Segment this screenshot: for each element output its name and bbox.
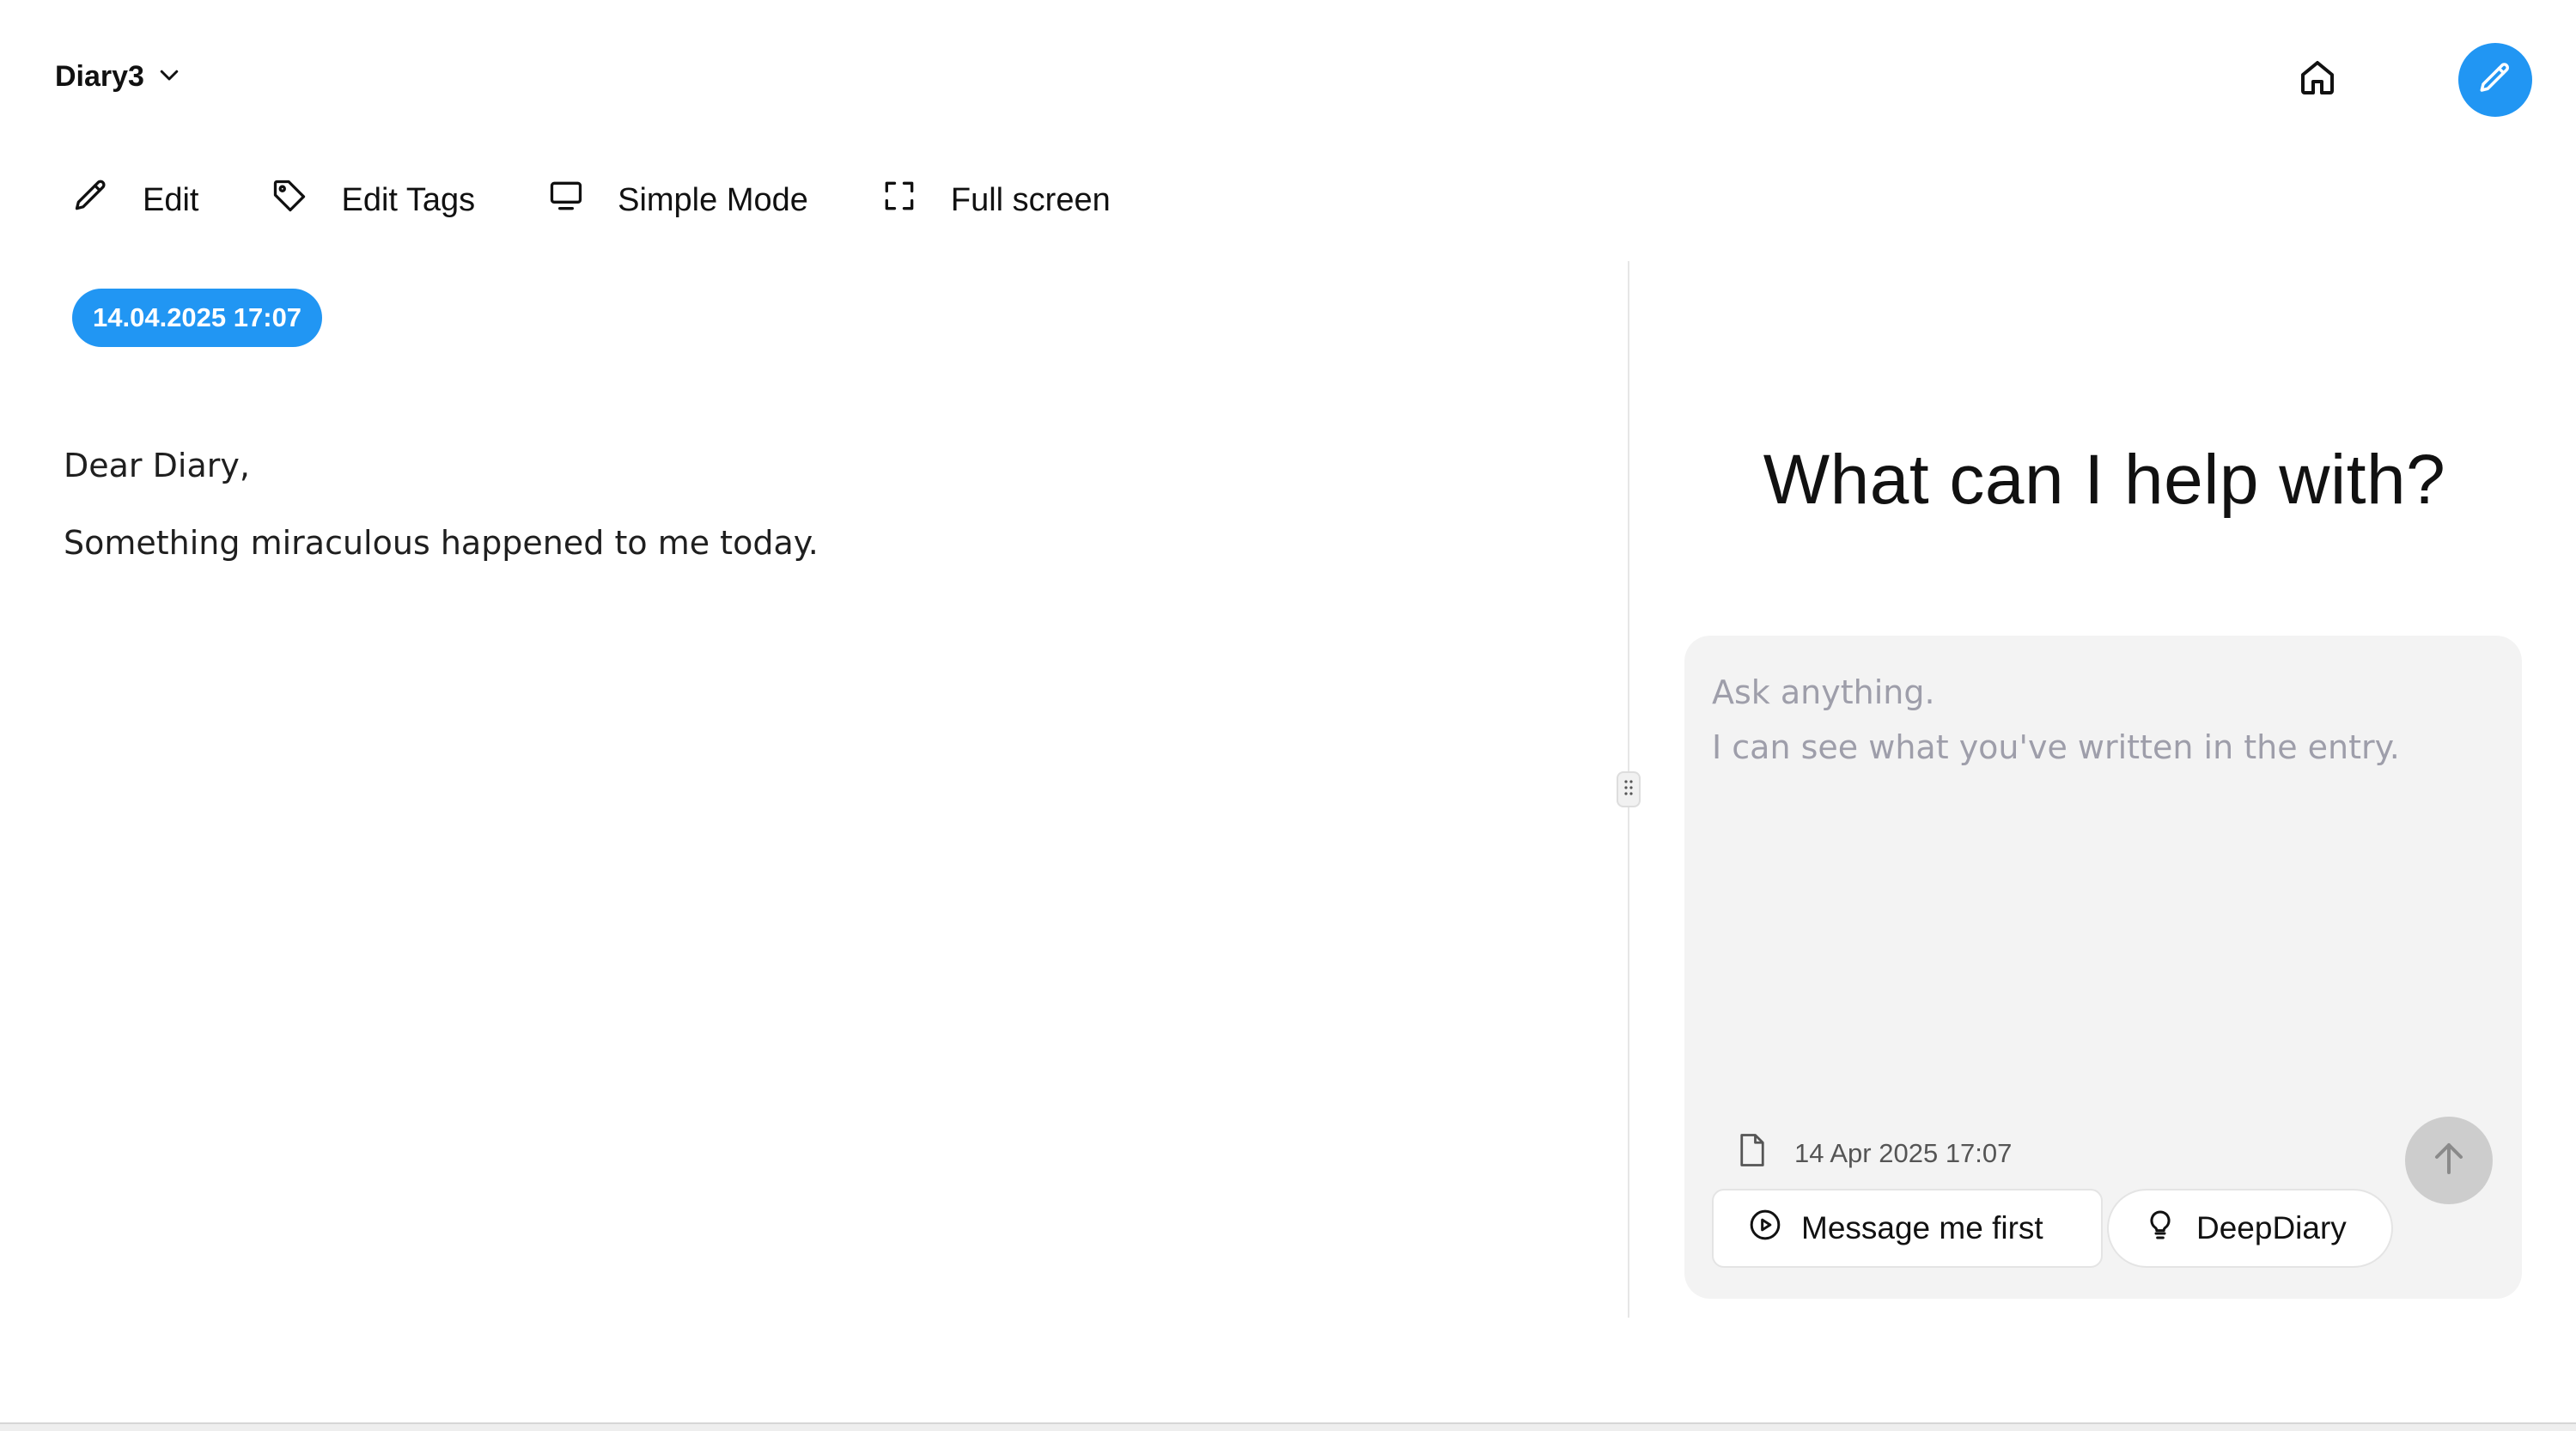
entry-paragraph: Dear Diary,	[64, 447, 250, 484]
arrow-up-icon	[2428, 1138, 2469, 1184]
document-icon	[1736, 1132, 1769, 1175]
diary-selector[interactable]: Diary3	[55, 60, 182, 94]
home-button[interactable]	[2293, 55, 2342, 103]
new-entry-button[interactable]	[2458, 43, 2532, 117]
edit-button[interactable]: Edit	[72, 177, 198, 223]
chevron-down-icon	[156, 62, 182, 92]
chat-input[interactable]	[1712, 665, 2485, 1026]
edit-tags-button[interactable]: Edit Tags	[271, 177, 475, 223]
diary-name: Diary3	[55, 60, 144, 93]
bottom-edge	[0, 1422, 2576, 1431]
pencil-icon	[2477, 60, 2513, 100]
pencil-icon	[72, 177, 110, 223]
full-screen-button[interactable]: Full screen	[880, 177, 1111, 223]
deep-diary-button[interactable]: DeepDiary	[2107, 1189, 2393, 1268]
home-icon	[2297, 57, 2338, 102]
tag-icon	[271, 177, 308, 223]
edit-tags-label: Edit Tags	[341, 181, 476, 218]
deep-diary-label: DeepDiary	[2196, 1210, 2347, 1245]
diary-entry-page: Diary3 Edit Edit Tags Simple Mode Full s…	[0, 0, 2576, 1431]
entry-toolbar: Edit Edit Tags Simple Mode Full screen	[72, 177, 1183, 223]
attached-entry-reference: 14 Apr 2025 17:07	[1736, 1132, 2012, 1175]
attached-entry-date: 14 Apr 2025 17:07	[1794, 1138, 2013, 1168]
simple-mode-label: Simple Mode	[618, 181, 808, 218]
entry-paragraph: Something miraculous happened to me toda…	[64, 524, 819, 562]
resize-handle[interactable]	[1617, 771, 1641, 807]
simple-mode-button[interactable]: Simple Mode	[547, 177, 808, 223]
chat-composer: 14 Apr 2025 17:07 Message me first DeepD…	[1684, 636, 2522, 1299]
entry-date-badge[interactable]: 14.04.2025 17:07	[72, 289, 323, 347]
edit-label: Edit	[143, 181, 199, 218]
monitor-icon	[547, 177, 585, 223]
entry-text[interactable]: Dear Diary, Something miraculous happene…	[64, 441, 1575, 596]
drag-handle-icon	[1623, 777, 1635, 802]
lightbulb-icon	[2143, 1208, 2177, 1250]
assistant-heading: What can I help with?	[1763, 441, 2446, 519]
message-me-first-button[interactable]: Message me first	[1712, 1189, 2103, 1268]
play-circle-icon	[1748, 1208, 1782, 1250]
full-screen-label: Full screen	[950, 181, 1111, 218]
send-button[interactable]	[2405, 1117, 2493, 1204]
fullscreen-icon	[880, 177, 918, 223]
message-me-first-label: Message me first	[1801, 1210, 2043, 1245]
